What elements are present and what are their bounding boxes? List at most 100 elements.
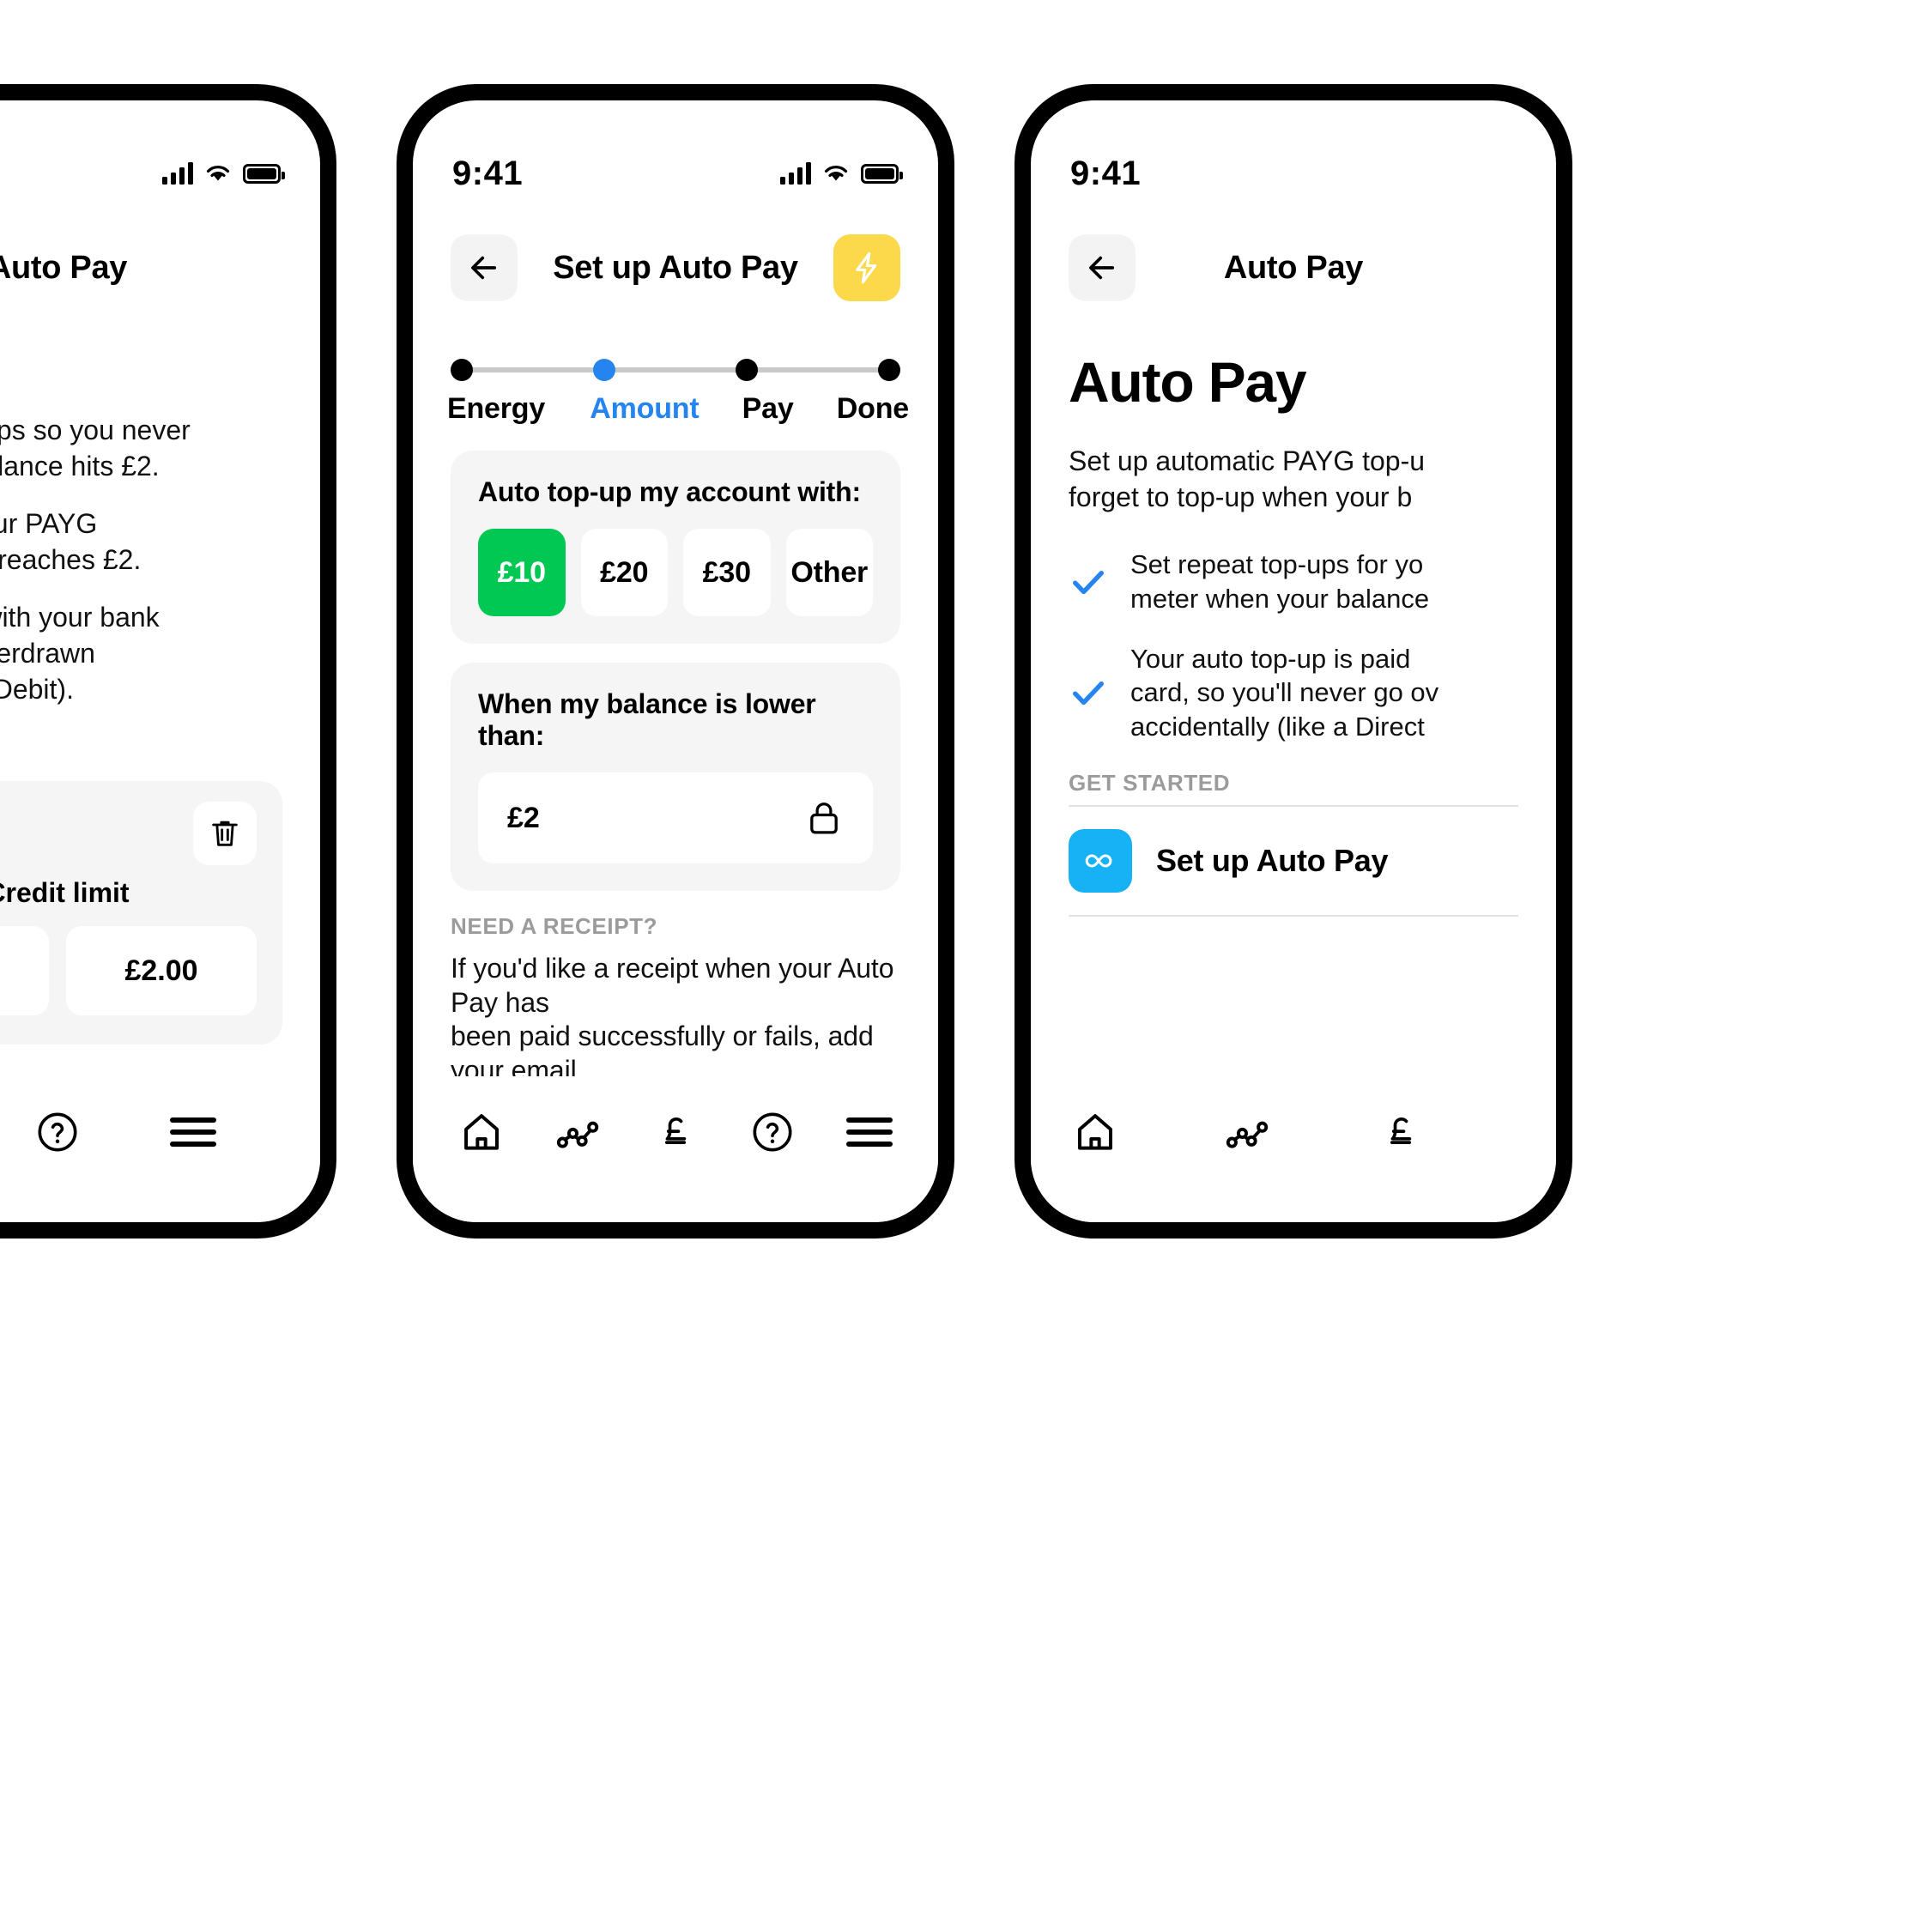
usage-icon [557, 1121, 599, 1148]
step-dot-energy[interactable] [451, 359, 473, 381]
status-bar-right: 9:41 [1031, 100, 1556, 203]
wifi-icon [206, 166, 230, 181]
tab-help[interactable] [29, 1104, 86, 1160]
intro-paragraph-1: c PAYG top-ups so you never when your ba… [0, 413, 282, 707]
tab-pound[interactable] [1372, 1104, 1429, 1160]
balance-threshold-value: £2 [507, 801, 540, 834]
balance-threshold-card: When my balance is lower than: £2 [451, 663, 900, 891]
tab-bar-right [1031, 1076, 1556, 1222]
back-button[interactable] [1069, 234, 1136, 301]
lightning-bolt-icon [856, 251, 877, 284]
phone-middle: 9:41 Set up Auto Pay Energy Amount Pay D… [397, 84, 954, 1239]
balance-threshold-title: When my balance is lower than: [478, 688, 816, 751]
infinity-icon [1085, 854, 1112, 867]
tab-bar-middle [413, 1076, 938, 1222]
pound-icon [1390, 1117, 1412, 1144]
tab-usage[interactable] [1220, 1104, 1276, 1160]
step-dot-done[interactable] [878, 359, 900, 381]
limit-box-clipped[interactable] [0, 926, 49, 1016]
bullet-item: Your auto top-up is paid card, so you'll… [1069, 642, 1518, 744]
bullet-1-line2: meter when your balance [1130, 583, 1430, 614]
intro-paragraph-2: op-ups for your PAYG your balance reache… [0, 506, 282, 578]
tab-usage[interactable] [550, 1104, 607, 1160]
phone-left: Auto Pay c PAYG top-ups so you never whe… [0, 84, 336, 1239]
tab-home[interactable] [1067, 1104, 1123, 1160]
intro-paragraph-3: p-up is paid with your bank ll never go … [0, 600, 282, 707]
lock-icon [810, 802, 838, 834]
credit-limit-label: Credit limit [0, 877, 130, 909]
check-icon [1072, 681, 1105, 706]
status-bar-middle: 9:41 [413, 100, 938, 203]
wifi-icon [824, 166, 848, 181]
credit-limit-fields: £2.00 [0, 926, 257, 1016]
amount-option-other[interactable]: Other [785, 529, 873, 616]
bullet-1-line1: Set repeat top-ups for yo [1130, 549, 1424, 580]
home-icon [1078, 1114, 1112, 1150]
phone-left-screen: Auto Pay c PAYG top-ups so you never whe… [0, 100, 320, 1222]
amount-options: £10 £20 £30 Other [478, 529, 873, 616]
receipt-body-line1: If you'd like a receipt when your Auto P… [451, 953, 894, 1018]
step-label-energy: Energy [447, 392, 546, 425]
usage-icon [1226, 1121, 1269, 1148]
get-started-header: GET STARTED [1069, 769, 1231, 796]
stepper-dots [451, 359, 900, 381]
step-dot-pay[interactable] [736, 359, 758, 381]
menu-icon [845, 1111, 893, 1154]
balance-threshold-field[interactable]: £2 [478, 772, 873, 863]
limit-value-box[interactable]: £2.00 [66, 926, 257, 1016]
intro-p3-line2: ll never go overdrawn [0, 637, 95, 669]
tab-help[interactable] [744, 1104, 801, 1160]
page-heading: Auto Pay [1069, 350, 1307, 414]
tab-menu[interactable] [841, 1104, 898, 1160]
bullet-2-line3: accidentally (like a Direct [1130, 711, 1425, 742]
progress-stepper: Energy Amount Pay Done [447, 358, 909, 426]
back-arrow-icon [1089, 256, 1115, 280]
step-label-done: Done [836, 392, 909, 425]
topup-amount-card: Auto top-up my account with: £10 £20 £30… [451, 451, 900, 644]
topup-amount-title: Auto top-up my account with: [478, 476, 861, 507]
tab-menu[interactable] [165, 1104, 221, 1160]
bullet-item: Set repeat top-ups for yo meter when you… [1069, 548, 1518, 615]
amount-option-10[interactable]: £10 [478, 529, 566, 616]
credit-limit-card: Credit limit £2.00 [0, 781, 282, 1045]
intro-p1-line2: when your balance hits £2. [0, 450, 160, 481]
tab-home[interactable] [453, 1104, 510, 1160]
menu-icon [169, 1111, 216, 1154]
screenshot-canvas: Auto Pay c PAYG top-ups so you never whe… [0, 0, 1932, 1932]
back-arrow-icon [471, 256, 497, 280]
energy-action-button[interactable] [833, 234, 900, 301]
clipped-heading [0, 358, 282, 397]
setup-auto-pay-label: Set up Auto Pay [1156, 842, 1389, 878]
status-time: 9:41 [1070, 154, 1142, 192]
tab-pound[interactable] [647, 1104, 704, 1160]
amount-option-30[interactable]: £30 [683, 529, 771, 616]
feature-bullets: Set repeat top-ups for yo meter when you… [1069, 548, 1518, 743]
tab-bar-left [0, 1076, 320, 1222]
intro-p3-line3: (like a Direct Debit). [0, 673, 74, 705]
check-icon [1072, 570, 1105, 595]
status-icons [780, 162, 903, 185]
intro-line2: forget to top-up when your b [1069, 481, 1413, 512]
intro-p2-line2: your balance reaches £2. [0, 543, 142, 575]
intro-p2-line1: op-ups for your PAYG [0, 508, 98, 540]
setup-auto-pay-row[interactable]: Set up Auto Pay [1031, 807, 1556, 915]
receipt-eyebrow: NEED A RECEIPT? [451, 913, 658, 939]
stepper-track [451, 358, 900, 382]
signal-icon [162, 162, 193, 185]
nav-bar-middle: Set up Auto Pay [413, 221, 938, 315]
phone-right-body: Auto Pay Set up automatic PAYG top-u for… [1031, 349, 1556, 917]
back-button[interactable] [451, 234, 518, 301]
page-title: Set up Auto Pay [553, 249, 798, 286]
delete-limit-button[interactable] [193, 802, 257, 866]
amount-option-20[interactable]: £20 [580, 529, 668, 616]
phone-right-screen: 9:41 Auto Pay Auto Pay Set up automatic … [1031, 100, 1556, 1222]
help-icon [38, 1112, 77, 1152]
intro-text: Set up automatic PAYG top-u forget to to… [1069, 444, 1518, 515]
help-icon [753, 1112, 792, 1152]
pound-icon [664, 1117, 687, 1144]
stepper-labels: Energy Amount Pay Done [447, 392, 909, 426]
step-dot-amount[interactable] [593, 359, 615, 381]
battery-icon [861, 163, 903, 184]
intro-p3-line1: p-up is paid with your bank [0, 602, 160, 633]
intro-line1: Set up automatic PAYG top-u [1069, 445, 1426, 476]
